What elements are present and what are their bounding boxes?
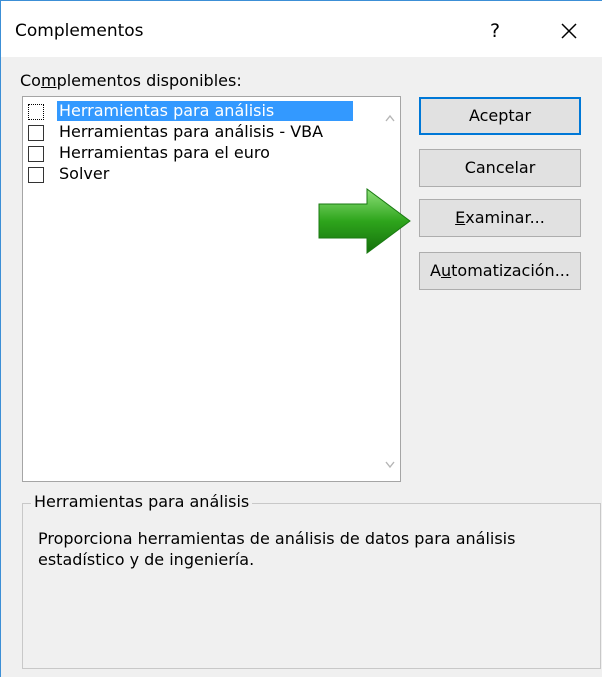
description-text: Proporciona herramientas de análisis de … xyxy=(38,529,516,569)
cancel-button[interactable]: Cancelar xyxy=(419,149,581,187)
addin-checkbox[interactable] xyxy=(28,167,44,183)
addin-checkbox[interactable] xyxy=(28,125,44,141)
close-button[interactable] xyxy=(549,13,589,49)
addin-checkbox[interactable] xyxy=(28,146,44,162)
addins-dialog: Complementos ? Complementos disponibles:… xyxy=(0,0,602,677)
help-icon: ? xyxy=(489,20,501,42)
accept-button[interactable]: Aceptar xyxy=(419,97,581,135)
addin-checkbox[interactable] xyxy=(28,104,44,120)
scroll-up-icon[interactable] xyxy=(382,111,398,125)
addin-label: Herramientas para análisis - VBA xyxy=(59,122,324,141)
addin-label: Herramientas para el euro xyxy=(59,143,270,162)
list-item[interactable]: Herramientas para análisis - VBA xyxy=(25,122,370,142)
green-arrow-icon xyxy=(318,188,411,254)
dialog-title: Complementos xyxy=(15,21,144,41)
browse-button[interactable]: Examinar... xyxy=(419,199,581,237)
title-bar: Complementos ? xyxy=(1,1,602,57)
close-icon xyxy=(561,23,577,39)
help-button[interactable]: ? xyxy=(475,13,515,49)
addin-label: Herramientas para análisis xyxy=(57,101,353,121)
list-item[interactable]: Herramientas para análisis xyxy=(25,101,370,121)
list-item[interactable]: Herramientas para el euro xyxy=(25,143,370,163)
description-title: Herramientas para análisis xyxy=(31,492,253,511)
addin-label: Solver xyxy=(59,164,110,183)
available-addins-label: Complementos disponibles: xyxy=(20,71,242,90)
addins-listbox[interactable]: Herramientas para análisis Herramientas … xyxy=(22,96,401,482)
automation-button[interactable]: Automatización... xyxy=(419,252,581,290)
scroll-down-icon[interactable] xyxy=(382,458,398,472)
list-item[interactable]: Solver xyxy=(25,164,370,184)
